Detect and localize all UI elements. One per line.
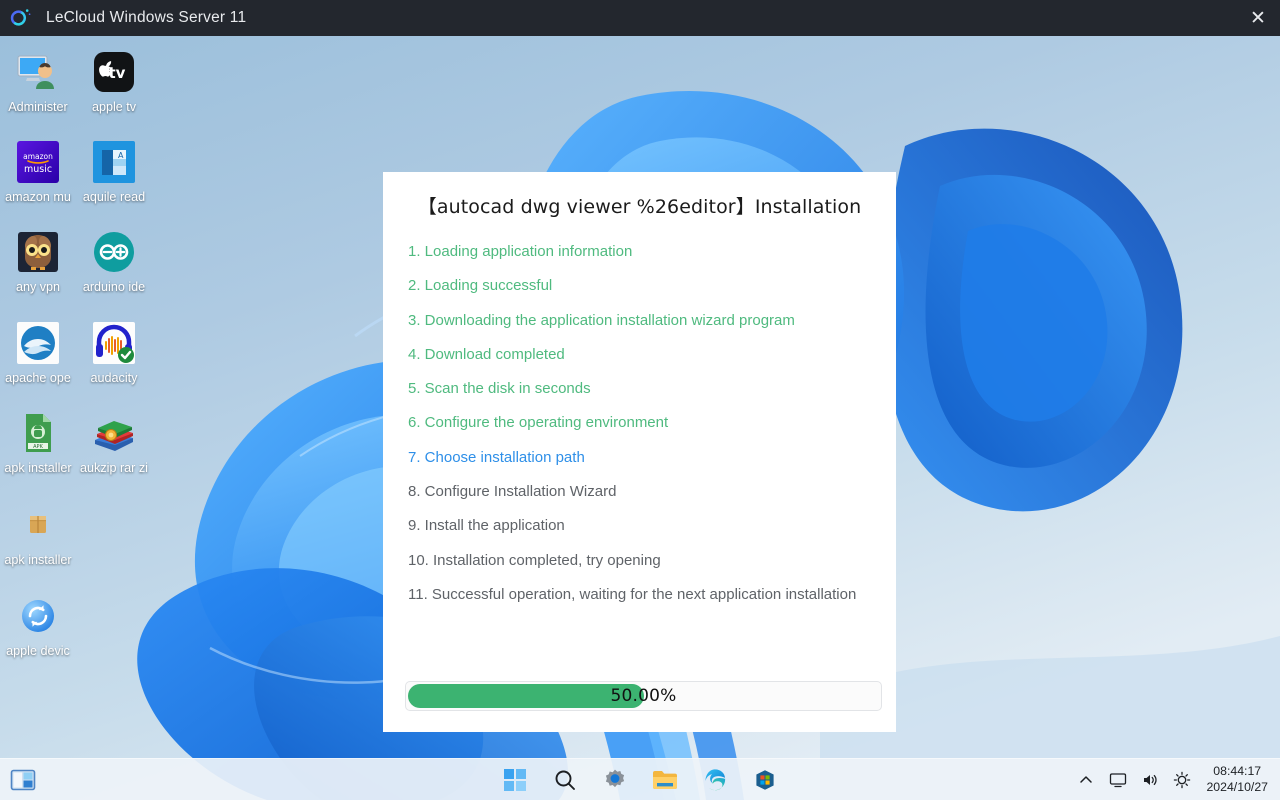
apk-installer-package-box-icon	[14, 501, 62, 549]
desktop-icon-grid: Administer tv apple tv	[0, 36, 160, 766]
file-explorer-icon[interactable]	[646, 762, 684, 798]
svg-text:APK: APK	[33, 444, 43, 450]
window-title: LeCloud Windows Server 11	[46, 9, 246, 27]
gear-settings-icon[interactable]	[596, 762, 634, 798]
aquile-reader-book-icon: A	[90, 138, 138, 186]
desktop-icon-apk-installer-file[interactable]: APK apk installer	[0, 409, 76, 476]
install-step: 3. Downloading the application installat…	[408, 310, 871, 331]
window-panel-toggle-icon[interactable]	[4, 762, 42, 798]
microsoft-edge-icon[interactable]	[696, 762, 734, 798]
any-vpn-owl-icon	[14, 228, 62, 276]
install-step: 10. Installation completed, try opening	[408, 550, 871, 571]
apple-device-sync-icon	[14, 592, 62, 640]
desktop-icon-administer[interactable]: Administer	[0, 48, 76, 115]
desktop-icon-label: apk installer	[4, 462, 71, 476]
desktop-icon-apache-openoffice[interactable]: apache ope	[0, 319, 76, 386]
desktop-icon-aquile-reader[interactable]: A aquile read	[76, 138, 152, 205]
install-step: 1. Loading application information	[408, 241, 871, 262]
install-step: 6. Configure the operating environment	[408, 412, 871, 433]
title-bar: LeCloud Windows Server 11 ✕	[0, 0, 1280, 36]
clock-date: 2024/10/27	[1206, 780, 1268, 796]
desktop: Administer tv apple tv	[0, 36, 1280, 800]
close-icon[interactable]: ✕	[1236, 0, 1280, 36]
svg-text:A: A	[118, 151, 124, 160]
windows-start-icon[interactable]	[496, 762, 534, 798]
arduino-ide-infinity-icon	[90, 228, 138, 276]
chevron-up-icon[interactable]	[1072, 765, 1100, 795]
install-step-active: 7. Choose installation path	[408, 447, 871, 468]
desktop-icon-apple-device[interactable]: apple devic	[0, 592, 76, 659]
apk-installer-file-icon: APK	[14, 409, 62, 457]
desktop-icon-amazon-music[interactable]: amazon music amazon mu	[0, 138, 76, 205]
desktop-icon-label: Administer	[8, 101, 68, 115]
amazon-music-icon: amazon music	[14, 138, 62, 186]
install-step: 2. Loading successful	[408, 275, 871, 296]
desktop-icon-label: aquile read	[83, 191, 145, 205]
search-icon[interactable]	[546, 762, 584, 798]
desktop-icon-apk-installer-package[interactable]: apk installer	[0, 501, 76, 568]
dialog-title: 【autocad dwg viewer %26editor】Installati…	[383, 192, 896, 219]
taskbar-left-group	[0, 762, 70, 798]
brightness-sun-icon[interactable]	[1168, 765, 1196, 795]
install-step: 11. Successful operation, waiting for th…	[408, 584, 871, 605]
desktop-icon-label: apk installer	[4, 554, 71, 568]
installation-step-list: 1. Loading application information 2. Lo…	[408, 241, 871, 605]
desktop-icon-any-vpn[interactable]: any vpn	[0, 228, 76, 295]
desktop-icon-audacity[interactable]: audacity	[76, 319, 152, 386]
clock-time: 08:44:17	[1206, 764, 1268, 780]
svg-text:music: music	[24, 164, 52, 175]
display-monitor-icon[interactable]	[1104, 765, 1132, 795]
desktop-icon-label: aukzip rar zi	[80, 462, 148, 476]
audacity-headphones-icon	[90, 319, 138, 367]
desktop-icon-aukzip[interactable]: aukzip rar zi	[76, 409, 152, 476]
desktop-icon-label: apple devic	[6, 645, 70, 659]
install-step: 5. Scan the disk in seconds	[408, 378, 871, 399]
taskbar-clock[interactable]: 08:44:17 2024/10/27	[1206, 764, 1268, 795]
desktop-icon-apple-tv[interactable]: tv apple tv	[76, 48, 152, 115]
desktop-icon-label: audacity	[91, 372, 138, 386]
desktop-icon-label: apache ope	[5, 372, 71, 386]
svg-text:tv: tv	[109, 64, 126, 82]
aukzip-rar-books-icon	[90, 409, 138, 457]
app-window: LeCloud Windows Server 11 ✕	[0, 0, 1280, 800]
desktop-icon-label: amazon mu	[5, 191, 71, 205]
desktop-icon-label: any vpn	[16, 281, 60, 295]
svg-text:amazon: amazon	[23, 152, 53, 161]
install-step: 8. Configure Installation Wizard	[408, 481, 871, 502]
installation-progress-bar: 50.00%	[405, 681, 882, 711]
apple-tv-icon: tv	[90, 48, 138, 96]
volume-speaker-icon[interactable]	[1136, 765, 1164, 795]
lecloud-cloud-logo-icon	[6, 4, 34, 32]
installer-dialog: 【autocad dwg viewer %26editor】Installati…	[383, 172, 896, 732]
taskbar: 08:44:17 2024/10/27	[0, 758, 1280, 800]
desktop-icon-arduino-ide[interactable]: arduino ide	[76, 228, 152, 295]
desktop-icon-label: arduino ide	[83, 281, 145, 295]
apache-openoffice-gull-icon	[14, 319, 62, 367]
system-tray: 08:44:17 2024/10/27	[1072, 764, 1272, 795]
install-step: 9. Install the application	[408, 515, 871, 536]
progress-percent-label: 50.00%	[406, 682, 881, 710]
microsoft-store-icon[interactable]	[746, 762, 784, 798]
desktop-icon-label: apple tv	[92, 101, 136, 115]
install-step: 4. Download completed	[408, 344, 871, 365]
administer-user-monitor-icon	[14, 48, 62, 96]
